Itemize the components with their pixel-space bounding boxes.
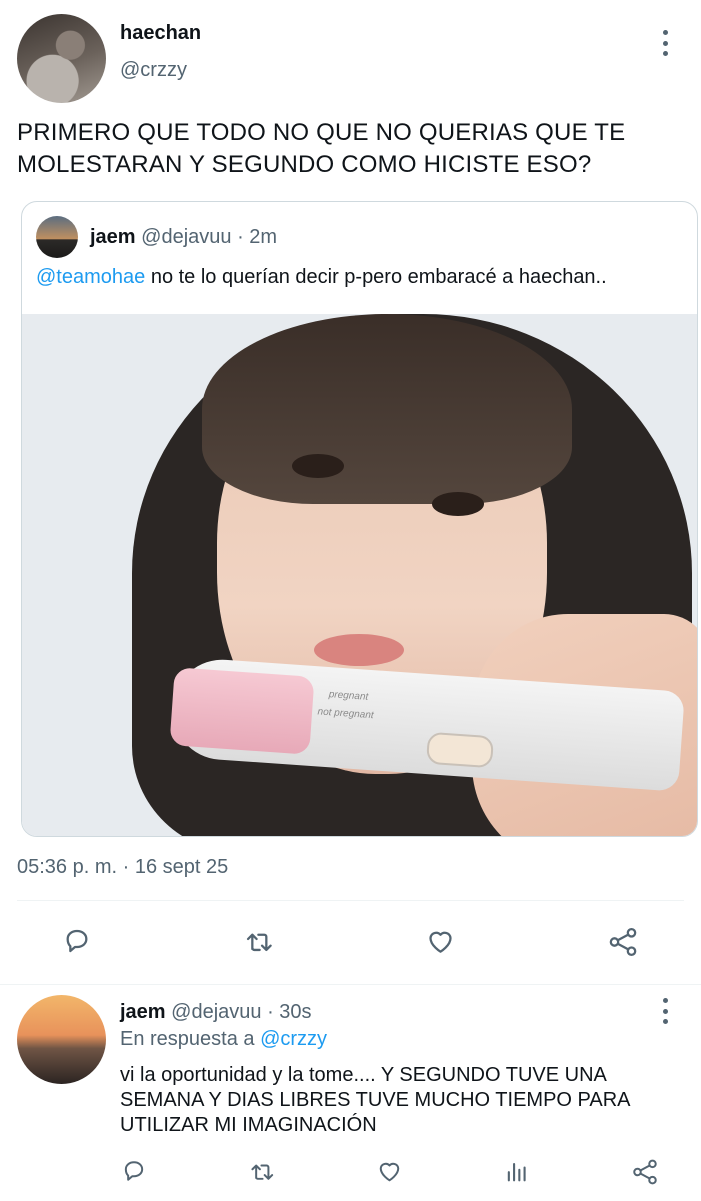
stats-icon[interactable] (503, 1157, 531, 1185)
divider (17, 900, 684, 901)
replying-to-label: En respuesta a (120, 1028, 261, 1050)
reply-more-options-icon[interactable] (661, 998, 669, 1024)
author-avatar[interactable] (17, 14, 106, 103)
retweet-icon[interactable] (242, 925, 276, 957)
reply-author-name[interactable]: jaem (120, 1001, 166, 1023)
reply-share-icon[interactable] (630, 1157, 660, 1187)
reply-icon[interactable] (61, 925, 93, 957)
reply-author-handle[interactable]: @dejavuu (171, 1001, 261, 1023)
photo-hair (202, 314, 572, 504)
reply-reply-icon[interactable] (120, 1157, 148, 1185)
reply-like-icon[interactable] (375, 1157, 404, 1185)
test-label-pregnant: pregnant (328, 689, 369, 703)
tweet-text: PRIMERO QUE TODO NO QUE NO QUERIAS QUE T… (17, 119, 626, 178)
reply-author-avatar[interactable] (17, 995, 106, 1084)
photo-left-eye (292, 454, 344, 478)
reply-time: · 30s (267, 1001, 312, 1023)
share-icon[interactable] (606, 925, 640, 959)
reply-text: vi la oportunidad y la tome.... Y SEGUND… (120, 1064, 630, 1136)
quote-header: jaem @dejavuu · 2m (90, 226, 277, 249)
photo-lips (314, 634, 404, 666)
quoted-tweet[interactable]: jaem @dejavuu · 2m @teamohae no te lo qu… (21, 201, 698, 837)
pregnancy-test-cap (169, 667, 315, 755)
photo-right-eye (432, 492, 484, 516)
quote-time: · 2m (237, 226, 278, 248)
like-icon[interactable] (424, 925, 457, 957)
reply-retweet-icon[interactable] (247, 1157, 277, 1185)
author-name[interactable]: haechan (120, 22, 201, 45)
quote-author-handle[interactable]: @dejavuu (141, 226, 231, 248)
reply-tweet[interactable]: jaem @dejavuu · 30s En respuesta a @crzz… (0, 984, 701, 1201)
more-options-icon[interactable] (661, 30, 669, 56)
reply-header: jaem @dejavuu · 30s (120, 1001, 312, 1024)
replying-to-handle[interactable]: @crzzy (260, 1028, 327, 1050)
replying-to: En respuesta a @crzzy (120, 1028, 327, 1051)
author-handle[interactable]: @crzzy (120, 59, 187, 82)
tweet-timestamp[interactable]: 05:36 p. m. · 16 sept 25 (17, 856, 228, 879)
quote-author-name[interactable]: jaem (90, 226, 136, 248)
main-tweet: haechan @crzzy PRIMERO QUE TODO NO QUE N… (0, 0, 701, 983)
pregnancy-test-window (425, 731, 495, 769)
quote-mention-link[interactable]: @teamohae (36, 266, 145, 288)
quote-photo[interactable]: pregnant not pregnant (22, 314, 697, 836)
test-label-not-pregnant: not pregnant (317, 706, 375, 722)
quote-text: @teamohae no te lo querían decir p-pero … (36, 266, 607, 289)
quote-body: no te lo querían decir p-pero embaracé a… (145, 266, 607, 288)
quote-author-avatar[interactable] (36, 216, 78, 258)
